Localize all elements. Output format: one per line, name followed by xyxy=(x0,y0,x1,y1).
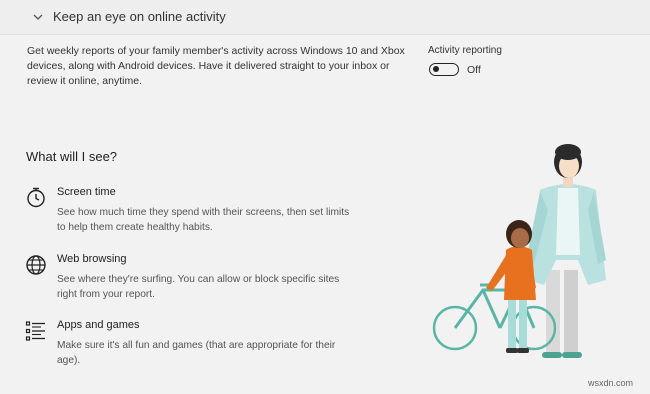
what-will-i-see-heading: What will I see? xyxy=(26,149,118,164)
feature-desc-web-browsing: See where they're surfing. You can allow… xyxy=(57,274,340,300)
toggle-knob xyxy=(433,66,439,72)
chevron-down-icon xyxy=(33,14,43,20)
activity-description: Get weekly reports of your family member… xyxy=(27,45,405,87)
activity-reporting-toggle[interactable] xyxy=(429,63,459,76)
apps-list-icon xyxy=(25,321,45,341)
section-header[interactable]: Keep an eye on online activity xyxy=(0,0,650,35)
feature-title-screen-time: Screen time xyxy=(57,186,116,198)
feature-desc-screen-time: See how much time they spend with their … xyxy=(57,207,350,233)
activity-reporting-label: Activity reporting xyxy=(428,45,502,56)
feature-title-web-browsing: Web browsing xyxy=(57,253,127,265)
stopwatch-icon xyxy=(27,187,45,208)
globe-icon xyxy=(26,255,46,275)
toggle-state-text: Off xyxy=(467,64,481,76)
family-illustration xyxy=(432,144,606,358)
feature-desc-apps-and-games: Make sure it's all fun and games (that a… xyxy=(57,340,336,366)
section-title: Keep an eye on online activity xyxy=(53,9,226,24)
watermark: wsxdn.com xyxy=(588,378,634,388)
feature-title-apps-and-games: Apps and games xyxy=(57,319,140,331)
